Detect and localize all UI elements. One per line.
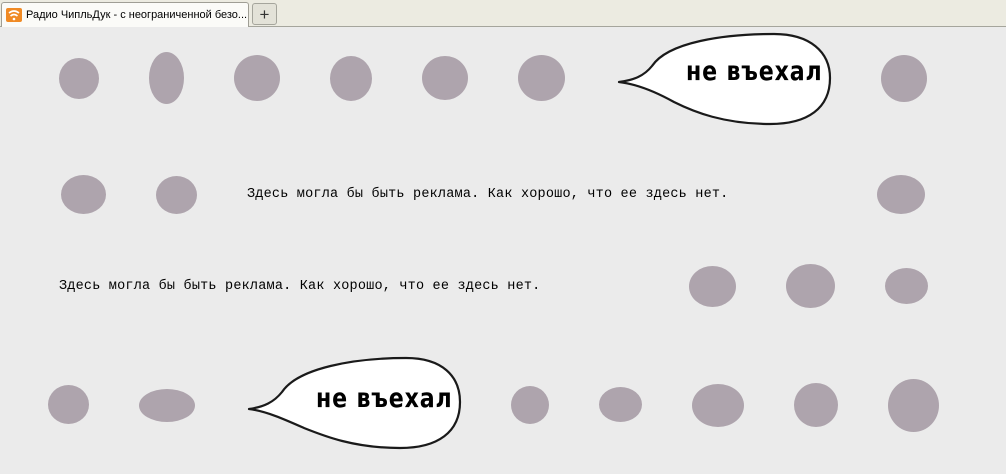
new-tab-button[interactable]: + (252, 3, 277, 25)
decorative-dot (888, 379, 939, 432)
decorative-dot (61, 175, 106, 214)
decorative-dot (692, 384, 744, 427)
ad-placeholder-text: Здесь могла бы быть реклама. Как хорошо,… (59, 279, 541, 294)
decorative-dot (599, 387, 642, 422)
decorative-dot (149, 52, 184, 104)
decorative-dot (881, 55, 927, 102)
decorative-dot (139, 389, 195, 422)
tab-radio-chipldook[interactable]: Радио ЧипльДук - с неограниченной безо..… (1, 2, 249, 27)
ad-placeholder-text: Здесь могла бы быть реклама. Как хорошо,… (247, 187, 729, 202)
decorative-dot (48, 385, 89, 424)
tab-bar: Радио ЧипльДук - с неограниченной безо..… (0, 0, 1006, 27)
speech-bubble-text: не въехал (316, 383, 453, 414)
tab-title: Радио ЧипльДук - с неограниченной безо..… (26, 9, 248, 21)
decorative-dot (794, 383, 838, 427)
decorative-dot (330, 56, 372, 101)
decorative-dot (234, 55, 280, 101)
decorative-dot (877, 175, 925, 214)
decorative-dot (689, 266, 736, 307)
decorative-dot (786, 264, 835, 308)
decorative-dot (59, 58, 99, 99)
decorative-dot (518, 55, 565, 101)
decorative-dot (422, 56, 468, 100)
decorative-dot (511, 386, 549, 424)
radio-favicon-icon (6, 8, 22, 22)
speech-bubble-text: не въехал (686, 56, 823, 87)
decorative-dot (885, 268, 928, 304)
decorative-dot (156, 176, 197, 214)
